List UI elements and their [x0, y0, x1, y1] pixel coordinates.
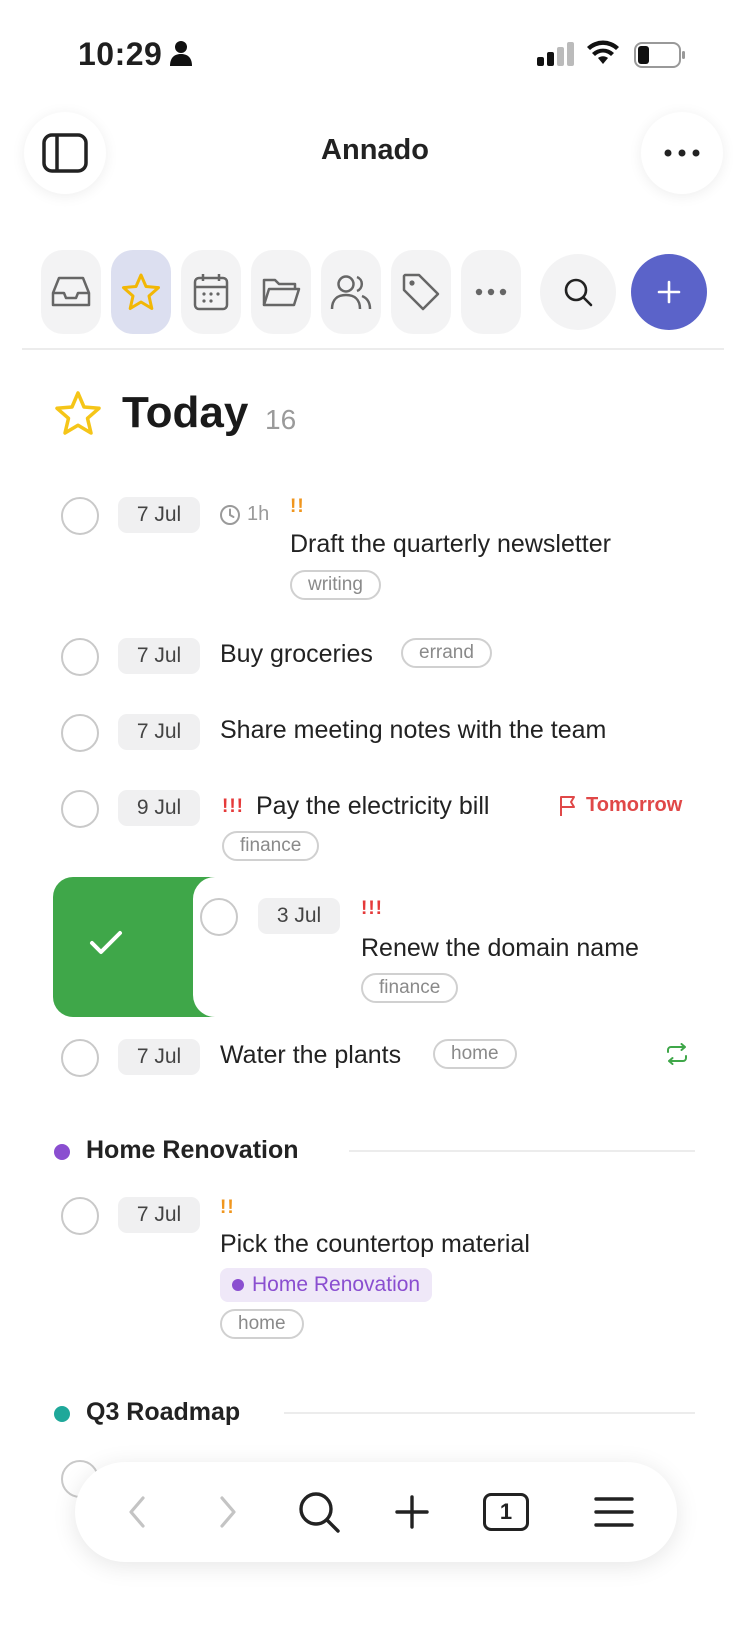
app-title: Annado — [321, 134, 429, 166]
browser-toolbar — [75, 1462, 677, 1562]
folder-icon — [262, 278, 301, 307]
date-chip[interactable]: 9 Jul — [118, 790, 200, 826]
task-count: 16 — [265, 404, 297, 435]
task-checkbox[interactable] — [61, 638, 99, 676]
due-indicator: Tomorrow — [558, 794, 682, 817]
menu-button[interactable] — [593, 1487, 635, 1537]
tab-count: 1 — [483, 1493, 529, 1531]
section-color-dot — [54, 1144, 70, 1160]
new-tab-button[interactable] — [392, 1487, 432, 1537]
toolbar-divider — [22, 348, 724, 350]
status-time: 10:29 — [78, 36, 163, 72]
tag-chip[interactable]: home — [433, 1039, 517, 1069]
date-chip[interactable]: 7 Jul — [118, 714, 200, 750]
date-chip[interactable]: 7 Jul — [118, 1197, 200, 1233]
section-divider — [349, 1150, 695, 1152]
star-icon — [54, 390, 102, 441]
person-icon — [170, 40, 192, 71]
task-checkbox[interactable] — [61, 497, 99, 535]
task-title[interactable]: Buy groceries — [220, 640, 373, 669]
tag-chip[interactable]: home — [220, 1309, 304, 1339]
cellular-signal-icon — [537, 42, 577, 71]
tag-chip[interactable]: errand — [401, 638, 492, 668]
clock-icon — [220, 504, 240, 525]
search-button[interactable] — [540, 254, 616, 330]
project-color-dot — [232, 1279, 244, 1291]
checkmark-icon — [88, 928, 124, 963]
more-options-button[interactable] — [641, 112, 723, 194]
hamburger-menu-icon — [594, 1497, 634, 1527]
task-title[interactable]: Draft the quarterly newsletter — [290, 530, 611, 559]
people-icon — [330, 275, 372, 310]
task-title[interactable]: Renew the domain name — [361, 934, 639, 963]
priority-indicator: !! — [220, 1197, 235, 1218]
today-tab[interactable] — [111, 250, 171, 334]
duration-label: 1h — [247, 503, 270, 525]
task-title[interactable]: Share meeting notes with the team — [220, 716, 606, 745]
priority-indicator: !!! — [361, 898, 383, 919]
duration: 1h — [219, 503, 269, 526]
due-label: Tomorrow — [586, 794, 683, 816]
inbox-icon — [51, 276, 91, 307]
plus-icon — [657, 280, 681, 304]
more-tabs-button[interactable] — [461, 250, 521, 334]
tags-tab[interactable] — [391, 250, 451, 334]
task-checkbox[interactable] — [61, 1039, 99, 1077]
wifi-icon — [586, 40, 620, 71]
ellipsis-icon — [475, 288, 507, 296]
section-divider — [284, 1412, 695, 1414]
tag-chip[interactable]: finance — [222, 831, 320, 861]
section-title[interactable]: Q3 Roadmap — [86, 1398, 240, 1427]
date-chip[interactable]: 7 Jul — [118, 1039, 200, 1075]
date-chip[interactable]: 3 Jul — [258, 898, 340, 934]
status-bar: 10:29 — [0, 0, 750, 100]
battery-icon — [634, 42, 686, 73]
inbox-tab[interactable] — [41, 250, 101, 334]
task-checkbox[interactable] — [61, 790, 99, 828]
section-color-dot — [54, 1406, 70, 1422]
shared-tab[interactable] — [321, 250, 381, 334]
project-chip[interactable]: Home Renovation — [220, 1268, 433, 1302]
task-title[interactable]: Pick the countertop material — [220, 1230, 530, 1259]
task-title[interactable]: Water the plants — [220, 1041, 401, 1070]
search-icon — [564, 278, 593, 307]
date-chip[interactable]: 7 Jul — [118, 497, 200, 533]
tag-chip[interactable]: writing — [290, 570, 381, 600]
chevron-left-icon — [129, 1496, 145, 1528]
browser-search-button[interactable] — [296, 1487, 342, 1537]
task-checkbox[interactable] — [61, 1197, 99, 1235]
plus-icon — [395, 1495, 429, 1529]
task-checkbox[interactable] — [200, 898, 238, 936]
project-label: Home Renovation — [252, 1273, 421, 1296]
tabs-button[interactable]: 1 — [481, 1487, 531, 1537]
chevron-right-icon — [220, 1496, 236, 1528]
add-task-button[interactable] — [631, 254, 707, 330]
flag-icon — [560, 795, 575, 816]
section-title[interactable]: Home Renovation — [86, 1136, 299, 1165]
task-title[interactable]: Pay the electricity bill — [256, 792, 489, 821]
date-chip[interactable]: 7 Jul — [118, 638, 200, 674]
priority-indicator: !!! — [222, 796, 244, 817]
forward-button[interactable] — [213, 1487, 243, 1537]
search-icon — [299, 1492, 340, 1533]
projects-tab[interactable] — [251, 250, 311, 334]
task-checkbox[interactable] — [61, 714, 99, 752]
priority-indicator: !! — [290, 496, 305, 517]
star-icon — [122, 273, 160, 310]
repeat-icon — [665, 1043, 689, 1070]
upcoming-tab[interactable] — [181, 250, 241, 334]
back-button[interactable] — [122, 1487, 152, 1537]
page-title: Today — [122, 388, 249, 437]
calendar-icon — [193, 274, 229, 311]
tag-chip[interactable]: finance — [361, 973, 459, 1003]
tag-icon — [402, 273, 440, 311]
ellipsis-icon — [664, 149, 700, 157]
